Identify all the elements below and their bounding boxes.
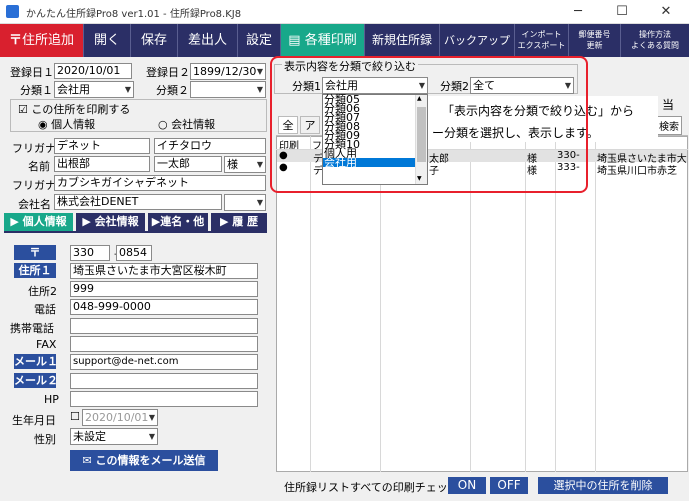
chevron-down-icon: ▼ <box>124 85 131 94</box>
honorific-select[interactable]: 様 ▼ <box>224 156 266 173</box>
company-label: 会社名 <box>18 198 51 211</box>
help-button[interactable]: 操作方法 よくある質問 <box>621 24 689 57</box>
print-button[interactable]: ▤ 各種印刷 <box>281 24 365 57</box>
furigana-label: フリガナ <box>12 142 56 155</box>
furigana-first-field[interactable]: イチタロウ <box>154 138 266 154</box>
chevron-down-icon: ▼ <box>256 198 263 207</box>
mobile-label: 携帯電話 <box>10 322 54 335</box>
radio-company[interactable]: ○ 会社情報 <box>158 116 215 132</box>
cat1-select[interactable]: 会社用 ▼ <box>54 81 134 98</box>
cat2-select[interactable]: ▼ <box>190 81 266 98</box>
reg-date2-field[interactable]: 1899/12/30 ▼ <box>190 63 266 80</box>
print-checkbox[interactable]: ☑ この住所を印刷する <box>18 101 130 117</box>
tab-personal[interactable]: ▶ 個人情報 <box>4 213 73 231</box>
name-first-field[interactable]: 一太郎 <box>154 156 222 172</box>
radio-selected-icon: ◉ <box>38 118 48 131</box>
window-title: かんたん住所録Pro8 ver1.01 - 住所録Pro8.KJ8 <box>26 9 242 20</box>
import-export-button[interactable]: インポート エクスポート <box>515 24 569 57</box>
mail1-button[interactable]: メール１ <box>14 354 58 369</box>
mail2-button[interactable]: メール２ <box>14 373 58 388</box>
chevron-down-icon: ▼ <box>256 160 263 169</box>
furigana-last-field[interactable]: デネット <box>54 138 150 154</box>
maximize-button[interactable]: ☐ <box>600 2 644 22</box>
check-all-on-button[interactable]: ON <box>448 477 486 494</box>
checkbox-empty-icon: ☐ <box>70 410 80 423</box>
postal2-field[interactable]: 0854 <box>116 245 152 261</box>
postal-update-button[interactable]: 郵便番号 更新 <box>569 24 621 57</box>
address1-button[interactable]: 住所１ <box>14 263 56 278</box>
chevron-down-icon: ▼ <box>148 413 155 422</box>
phone-field[interactable]: 048-999-0000 <box>70 299 258 315</box>
company-furigana-field[interactable]: カブシキガイシャデネット <box>54 175 266 191</box>
check-all-off-button[interactable]: OFF <box>490 477 528 494</box>
hp-label: HP <box>44 393 59 406</box>
reg-date1-field[interactable]: 2020/10/01 <box>54 63 132 79</box>
main-toolbar: 〒住所追加 開く 保存 差出人 設定 ▤ 各種印刷 新規住所録 バックアップ イ… <box>0 24 689 57</box>
name-last-field[interactable]: 出根部 <box>54 156 150 172</box>
chevron-down-icon: ▼ <box>256 67 263 76</box>
phone-label: 電話 <box>34 303 56 316</box>
fax-label: FAX <box>36 338 57 351</box>
postal-lookup-button[interactable]: 〒 <box>14 245 56 260</box>
save-button[interactable]: 保存 <box>131 24 178 57</box>
mail2-field[interactable] <box>70 373 258 389</box>
grid-line <box>595 136 596 472</box>
checkbox-checked-icon: ☑ <box>18 103 28 116</box>
hp-field[interactable] <box>70 391 258 407</box>
birthday-checkbox[interactable]: ☐ <box>70 410 80 423</box>
app-icon <box>6 5 19 18</box>
cat2-label: 分類２ <box>156 84 189 97</box>
company-furigana-label: フリガナ <box>12 179 56 192</box>
highlight-frame <box>270 56 588 193</box>
minimize-button[interactable]: ─ <box>556 2 600 22</box>
address2-label: 住所2 <box>28 285 57 298</box>
address1-field[interactable]: 埼玉県さいたま市大宮区桜木町 <box>70 263 258 279</box>
birthday-field[interactable]: 2020/10/01 ▼ <box>82 409 158 426</box>
title-bar: かんたん住所録Pro8 ver1.01 - 住所録Pro8.KJ8 ─ ☐ ✕ <box>0 0 689 24</box>
birthday-label: 生年月日 <box>12 414 56 427</box>
close-button[interactable]: ✕ <box>644 2 688 22</box>
mail1-field[interactable]: support@de-net.com <box>70 354 258 370</box>
check-all-label: 住所録リストすべての印刷チェック： <box>284 481 470 494</box>
company-honorific-select[interactable]: ▼ <box>224 194 266 211</box>
fax-field[interactable] <box>70 336 258 352</box>
chevron-down-icon: ▼ <box>256 85 263 94</box>
radio-empty-icon: ○ <box>158 118 168 131</box>
reg-date1-label: 登録日１ <box>10 66 54 79</box>
settings-button[interactable]: 設定 <box>238 24 281 57</box>
delete-selected-button[interactable]: 選択中の住所を削除 <box>538 477 668 494</box>
new-book-button[interactable]: 新規住所録 <box>365 24 440 57</box>
tab-joint[interactable]: ▶連名・他 <box>148 213 208 231</box>
printer-icon: ▤ <box>288 33 305 48</box>
search-button[interactable]: 検索 <box>656 116 682 135</box>
tab-underline <box>4 231 267 233</box>
postal1-field[interactable]: 330 <box>70 245 110 261</box>
chevron-down-icon: ▼ <box>148 432 155 441</box>
company-field[interactable]: 株式会社DENET <box>54 194 222 210</box>
send-mail-button[interactable]: ✉ この情報をメール送信 <box>70 450 218 471</box>
mail-icon: ✉ <box>82 454 96 467</box>
cat1-label: 分類１ <box>20 84 53 97</box>
backup-button[interactable]: バックアップ <box>440 24 515 57</box>
tab-history[interactable]: ▶ 履 歴 <box>211 213 267 231</box>
open-button[interactable]: 開く <box>84 24 131 57</box>
sort-label: 当 <box>662 98 675 112</box>
radio-personal[interactable]: ◉ 個人情報 <box>38 116 95 132</box>
reg-date2-label: 登録日２ <box>146 66 190 79</box>
gender-label: 性別 <box>34 433 56 446</box>
plus-icon: 〒 <box>8 33 22 48</box>
mobile-field[interactable] <box>70 318 258 334</box>
add-address-button[interactable]: 〒住所追加 <box>0 24 84 57</box>
tab-company[interactable]: ▶ 会社情報 <box>76 213 145 231</box>
name-label: 名前 <box>28 160 50 173</box>
address2-field[interactable]: 999 <box>70 281 258 297</box>
sender-button[interactable]: 差出人 <box>178 24 238 57</box>
gender-select[interactable]: 未設定 ▼ <box>70 428 158 445</box>
